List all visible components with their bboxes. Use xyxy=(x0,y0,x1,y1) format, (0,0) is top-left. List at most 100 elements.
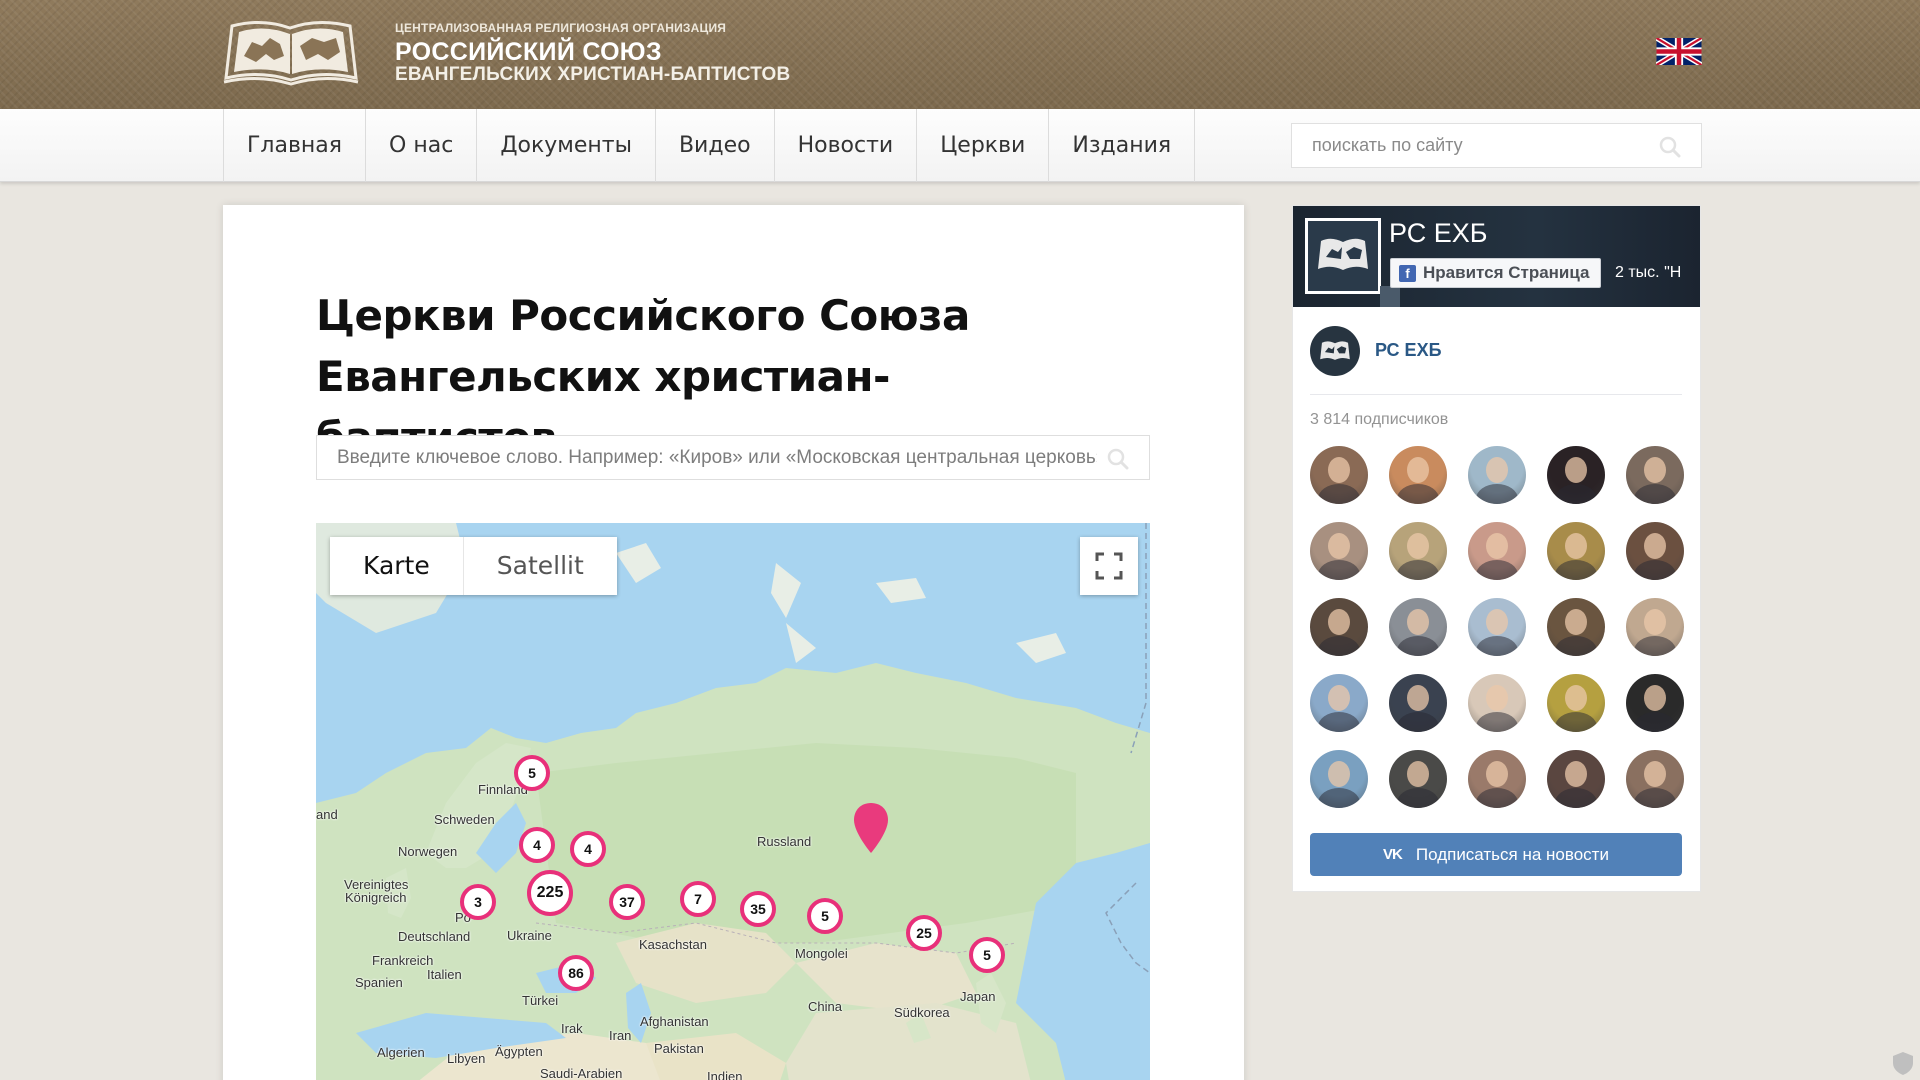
facebook-like-count: 2 тыс. "Н xyxy=(1615,264,1682,281)
vk-subscriber-avatar[interactable] xyxy=(1389,674,1447,732)
map-cluster-marker[interactable]: 5 xyxy=(514,755,550,791)
map-cluster-marker[interactable]: 4 xyxy=(570,831,606,867)
map-label: Ukraine xyxy=(507,928,552,943)
vk-subscriber-avatar[interactable] xyxy=(1310,598,1368,656)
vk-subscriber-avatar[interactable] xyxy=(1626,522,1684,580)
vk-subscribe-label: Подписаться на новости xyxy=(1415,844,1609,864)
map-cluster-marker[interactable]: 86 xyxy=(558,955,594,991)
vk-group-name[interactable]: РС ЕХБ xyxy=(1375,340,1442,361)
content-card: Церкви Российского Союза Евангельских хр… xyxy=(223,205,1244,1080)
site-search-box xyxy=(1291,123,1702,168)
vk-subscriber-avatar[interactable] xyxy=(1389,750,1447,808)
map-label: Russland xyxy=(757,834,812,849)
vk-subscriber-avatar[interactable] xyxy=(1468,446,1526,504)
vk-subscriber-avatar[interactable] xyxy=(1389,598,1447,656)
nav-item-about[interactable]: О нас xyxy=(366,109,478,182)
map-label: and xyxy=(316,807,338,822)
main-navigation: Главная О нас Документы Видео Новости Це… xyxy=(0,109,1920,182)
vk-subscriber-avatar[interactable] xyxy=(1626,598,1684,656)
uk-flag-icon[interactable] xyxy=(1656,38,1702,65)
map-label: Spanien xyxy=(355,975,403,990)
vk-subscriber-avatar[interactable] xyxy=(1389,446,1447,504)
search-icon[interactable] xyxy=(1659,136,1681,158)
site-logo-icon[interactable] xyxy=(222,16,360,86)
facebook-like-button[interactable]: f Нравится Страница xyxy=(1390,258,1601,288)
org-title-line2[interactable]: ЕВАНГЕЛЬСКИХ ХРИСТИАН-БАПТИСТОВ xyxy=(395,64,790,86)
nav-item-documents[interactable]: Документы xyxy=(477,109,656,182)
map-cluster-marker[interactable]: 35 xyxy=(740,891,776,927)
map-cluster-marker[interactable]: 3 xyxy=(460,884,496,920)
map-label: Türkei xyxy=(522,993,559,1008)
map-label: Frankreich xyxy=(372,953,434,968)
org-logo-icon xyxy=(1320,341,1350,360)
church-search-input[interactable] xyxy=(317,436,1097,479)
vk-subscriber-avatar[interactable] xyxy=(1547,522,1605,580)
vk-subscriber-avatar[interactable] xyxy=(1468,674,1526,732)
site-search-input[interactable] xyxy=(1292,124,1642,167)
map-label: Saudi-Arabien xyxy=(540,1066,623,1080)
vk-subscriber-avatar[interactable] xyxy=(1310,446,1368,504)
vk-subscriber-avatar[interactable] xyxy=(1547,750,1605,808)
nav-item-video[interactable]: Видео xyxy=(656,109,775,182)
map-cluster-marker[interactable]: 225 xyxy=(527,870,573,916)
facebook-page-logo[interactable] xyxy=(1305,218,1381,294)
search-icon[interactable] xyxy=(1107,448,1129,470)
shield-icon[interactable] xyxy=(1890,1050,1916,1076)
map-type-map-button[interactable]: Karte xyxy=(330,537,463,595)
vk-subscriber-avatar[interactable] xyxy=(1547,446,1605,504)
org-title[interactable]: РОССИЙСКИЙ СОЮЗ xyxy=(395,38,662,67)
banner-decoration xyxy=(1380,286,1400,307)
map-type-satellite-button[interactable]: Satellit xyxy=(462,537,617,595)
vk-subscriber-avatar[interactable] xyxy=(1310,674,1368,732)
vk-subscribe-button[interactable]: VK Подписаться на новости xyxy=(1310,833,1682,876)
map-cluster-marker[interactable]: 5 xyxy=(807,898,843,934)
facebook-page-name[interactable]: РС ЕХБ xyxy=(1389,218,1487,249)
map-label: China xyxy=(808,999,842,1014)
map-cluster-marker[interactable]: 25 xyxy=(906,915,942,951)
map-cluster-marker[interactable]: 4 xyxy=(519,827,555,863)
vk-subscriber-avatar[interactable] xyxy=(1626,750,1684,808)
nav-item-churches[interactable]: Церкви xyxy=(917,109,1050,182)
church-search-box xyxy=(316,435,1150,480)
site-header: ЦЕНТРАЛИЗОВАННАЯ РЕЛИГИОЗНАЯ ОРГАНИЗАЦИЯ… xyxy=(0,0,1920,109)
vk-subscriber-avatar[interactable] xyxy=(1468,750,1526,808)
org-logo-icon xyxy=(1318,238,1368,270)
map-pin-icon[interactable] xyxy=(852,801,890,855)
vk-subscriber-avatar[interactable] xyxy=(1310,522,1368,580)
map-cluster-marker[interactable]: 5 xyxy=(969,937,1005,973)
map-label: Iran xyxy=(609,1028,632,1043)
fullscreen-button[interactable] xyxy=(1080,537,1138,595)
map-cluster-marker[interactable]: 7 xyxy=(680,881,716,917)
vk-subscriber-avatar[interactable] xyxy=(1626,674,1684,732)
nav-item-home[interactable]: Главная xyxy=(224,109,367,182)
vk-subscriber-avatar[interactable] xyxy=(1389,522,1447,580)
map-label: Pakistan xyxy=(654,1041,704,1056)
map-base-layer[interactable] xyxy=(316,523,1150,1080)
map-label: Kasachstan xyxy=(639,937,707,952)
vk-logo-icon: VK xyxy=(1383,846,1403,863)
map-label: Afghanistan xyxy=(640,1014,709,1029)
map-label: Schweden xyxy=(434,812,495,827)
map-cluster-marker[interactable]: 37 xyxy=(609,884,645,920)
nav-item-publications[interactable]: Издания xyxy=(1049,109,1196,182)
map-label: Norwegen xyxy=(398,844,458,859)
vk-subscriber-avatar[interactable] xyxy=(1626,446,1684,504)
vk-subscriber-avatar[interactable] xyxy=(1547,674,1605,732)
map-label: Königreich xyxy=(345,890,407,905)
vk-subscriber-avatars xyxy=(1310,446,1686,808)
vk-subscriber-count[interactable]: 3 814 подписчиков xyxy=(1310,411,1448,429)
facebook-page-banner[interactable]: РС ЕХБ f Нравится Страница 2 тыс. "Н xyxy=(1293,206,1700,307)
map-label: Deutschland xyxy=(398,929,471,944)
facebook-icon: f xyxy=(1399,264,1416,282)
org-subtitle: ЦЕНТРАЛИЗОВАННАЯ РЕЛИГИОЗНАЯ ОРГАНИЗАЦИЯ xyxy=(395,21,727,35)
fullscreen-icon xyxy=(1095,552,1123,580)
vk-subscriber-avatar[interactable] xyxy=(1468,522,1526,580)
map-label: Irak xyxy=(561,1021,583,1036)
vk-subscriber-avatar[interactable] xyxy=(1468,598,1526,656)
vk-subscriber-avatar[interactable] xyxy=(1547,598,1605,656)
nav-item-news[interactable]: Новости xyxy=(775,109,918,182)
churches-map[interactable]: Karte Satellit and Finnland Schweden Nor… xyxy=(316,523,1150,1080)
divider xyxy=(1310,394,1682,395)
vk-subscriber-avatar[interactable] xyxy=(1310,750,1368,808)
vk-group-avatar[interactable] xyxy=(1310,326,1360,376)
